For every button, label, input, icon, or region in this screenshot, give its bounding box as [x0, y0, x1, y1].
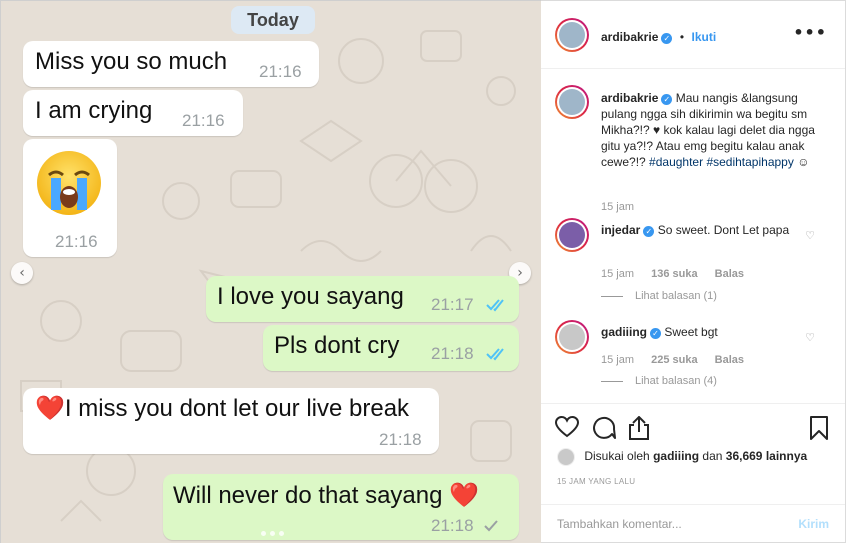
- comment-username[interactable]: injedar: [601, 223, 640, 237]
- like-comment-heart-icon[interactable]: ♡: [805, 229, 815, 242]
- message-time: 21:16: [55, 232, 98, 251]
- hashtag-link[interactable]: #daughter: [649, 155, 703, 169]
- post-actions: Disukai oleh gadiiing dan 36,669 lainnya…: [541, 403, 845, 505]
- comment-meta: 15 jam 136 suka Balas: [601, 268, 744, 280]
- like-comment-heart-icon[interactable]: ♡: [805, 331, 815, 344]
- share-icon[interactable]: [628, 416, 650, 440]
- liker-username[interactable]: gadiiing: [653, 449, 699, 463]
- date-divider: Today: [231, 6, 315, 34]
- comment-input[interactable]: Tambahkan komentar...: [557, 517, 682, 531]
- avatar[interactable]: [555, 218, 589, 252]
- incoming-message: ❤️I miss you dont let our live break 21:…: [23, 388, 439, 454]
- reply-button[interactable]: Balas: [715, 268, 744, 280]
- post-author-username[interactable]: ardibakrie: [601, 30, 658, 44]
- bookmark-icon[interactable]: [809, 416, 829, 440]
- incoming-message: I am crying 21:16: [23, 90, 243, 136]
- verified-badge-icon: ✓: [661, 94, 673, 105]
- hashtag-link[interactable]: #sedihtapihappy: [706, 155, 793, 169]
- send-comment-button[interactable]: Kirim: [798, 517, 829, 531]
- message-text: I am crying: [35, 97, 153, 124]
- loudly-crying-face-icon: [37, 151, 101, 215]
- incoming-emoji-message: 21:16: [23, 139, 117, 257]
- view-replies-link[interactable]: Lihat balasan (4): [601, 375, 717, 387]
- smile-emoji: ☺: [797, 155, 810, 169]
- comment-like-count[interactable]: 136 suka: [651, 268, 697, 280]
- avatar[interactable]: [555, 18, 589, 52]
- heart-icon[interactable]: [555, 416, 579, 438]
- comment-like-count[interactable]: 225 suka: [651, 354, 697, 366]
- message-time: 21:16: [182, 111, 225, 130]
- message-time: 21:18: [431, 344, 474, 363]
- comment-time: 15 jam: [601, 268, 635, 280]
- header-separator: •: [679, 30, 685, 44]
- post-header: ardibakrie ✓ • Ikuti •••: [541, 1, 845, 69]
- comment: injedar ✓ So sweet. Dont Let papa: [601, 222, 801, 238]
- view-replies-link[interactable]: Lihat balasan (1): [601, 290, 717, 302]
- caption-time: 15 jam: [601, 201, 635, 213]
- chat-screenshot: Today Miss you so much 21:16 I am crying…: [0, 0, 541, 543]
- comment-meta: 15 jam 225 suka Balas: [601, 354, 744, 366]
- post-time-ago: 15 JAM YANG LALU: [557, 477, 636, 486]
- incoming-message: Miss you so much 21:16: [23, 41, 319, 87]
- previous-slide-button[interactable]: ‹: [11, 262, 33, 284]
- comment: gadiiing ✓ Sweet bgt: [601, 324, 801, 340]
- message-text: Will never do that sayang ❤️: [173, 482, 480, 509]
- delivered-tick-icon: [484, 520, 498, 532]
- message-time: 21:16: [259, 62, 302, 81]
- outgoing-message: I love you sayang 21:17: [206, 276, 519, 322]
- message-time: 21:18: [379, 430, 422, 449]
- message-time: 21:18: [431, 516, 474, 535]
- read-ticks-icon: [486, 299, 504, 312]
- more-options-icon[interactable]: •••: [793, 23, 827, 42]
- verified-badge-icon: ✓: [661, 33, 673, 44]
- read-ticks-icon: [486, 348, 504, 361]
- outgoing-message: Will never do that sayang ❤️ 21:18: [163, 474, 519, 540]
- comment-username[interactable]: gadiiing: [601, 325, 647, 339]
- likes-prefix: Disukai oleh: [584, 449, 650, 464]
- caption-username[interactable]: ardibakrie: [601, 91, 658, 105]
- avatar[interactable]: [555, 85, 589, 119]
- message-text: Pls dont cry: [274, 332, 400, 359]
- verified-badge-icon: ✓: [650, 328, 661, 339]
- outgoing-message: Pls dont cry 21:18: [263, 325, 519, 371]
- comment-icon[interactable]: [592, 416, 616, 440]
- likes-summary: Disukai oleh gadiiing dan 36,669 lainnya: [557, 448, 807, 466]
- avatar[interactable]: [557, 448, 575, 466]
- message-time: 21:17: [431, 295, 474, 314]
- verified-badge-icon: ✓: [643, 226, 655, 237]
- add-comment-bar: Tambahkan komentar... Kirim: [541, 504, 845, 543]
- reply-button[interactable]: Balas: [715, 354, 744, 366]
- message-text: Miss you so much: [35, 48, 228, 75]
- comment-text: So sweet. Dont Let papa: [657, 223, 790, 237]
- follow-button[interactable]: Ikuti: [691, 30, 716, 44]
- comment-time: 15 jam: [601, 354, 635, 366]
- comment-text: Sweet bgt: [664, 325, 718, 339]
- message-text: ❤️I miss you dont let our live break: [35, 395, 410, 422]
- carousel-indicator: [259, 523, 286, 541]
- likes-middle: dan: [702, 449, 723, 464]
- likes-count-link[interactable]: 36,669 lainnya: [726, 449, 807, 463]
- post-sidebar: ardibakrie ✓ • Ikuti ••• ardibakrie ✓ Mau …: [541, 0, 846, 543]
- post-caption: ardibakrie ✓ Mau nangis &langsung pulang …: [601, 90, 821, 170]
- message-text: I love you sayang: [217, 283, 404, 310]
- avatar[interactable]: [555, 320, 589, 354]
